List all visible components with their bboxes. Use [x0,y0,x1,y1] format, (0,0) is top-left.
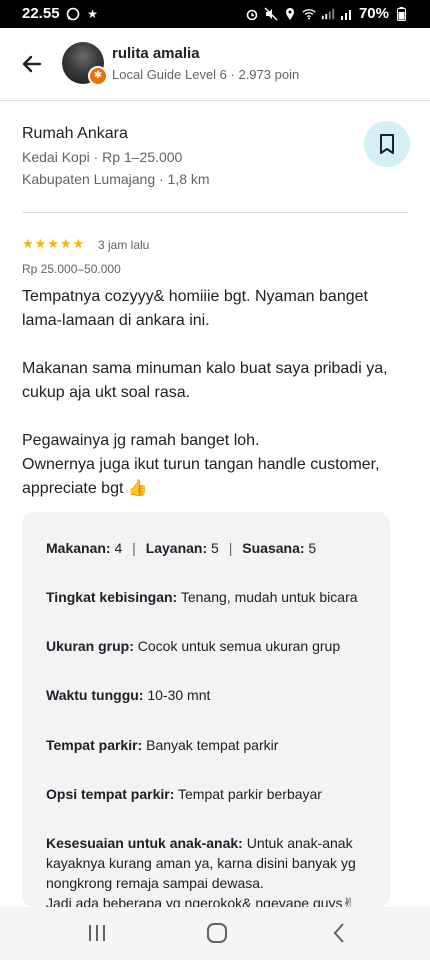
alarm-icon [245,7,259,21]
parking-value: Banyak tempat parkir [146,737,279,753]
review-text: Tempatnya cozyyy& homiiie bgt. Nyaman ba… [22,288,388,497]
status-left: 22.55 ★ [22,5,100,22]
kids-value-continued: Jadi ada beberapa yg ngerokok& ngevape g… [46,895,355,907]
wifi-icon [302,7,316,21]
user-name[interactable]: rulita amalia [112,45,200,62]
rating-stars: ★★★★★ [22,236,86,251]
parking-options-value: Tempat parkir berbayar [178,786,322,802]
status-time: 22.55 [22,5,60,22]
group-row: Ukuran grup: Cocok untuk semua ukuran gr… [46,636,371,656]
separator: | [228,540,233,556]
signal-icon [321,7,335,21]
wait-label: Waktu tunggu: [46,687,144,703]
service-label: Layanan: [145,540,208,556]
wait-row: Waktu tunggu: 10-30 mnt [46,685,371,705]
noise-value: Tenang, mudah untuk bicara [180,589,358,605]
system-nav-bar [0,907,430,960]
review-time: 3 jam lalu [98,238,150,252]
service-value: 5 [211,540,219,556]
kids-label: Kesesuaian untuk anak-anak: [46,835,243,851]
parking-options-row: Opsi tempat parkir: Tempat parkir berbay… [46,784,371,804]
star-icon: ★ [87,6,98,21]
noise-label: Tingkat kebisingan: [46,589,178,605]
arrow-left-icon [22,55,42,73]
group-value: Cocok untuk semua ukuran grup [137,638,341,654]
battery-level: 70% [358,5,389,22]
place-name[interactable]: Rumah Ankara [22,125,128,143]
save-button[interactable] [364,121,410,167]
recents-icon [89,925,105,941]
back-button[interactable] [18,50,46,78]
noise-row: Tingkat kebisingan: Tenang, mudah untuk … [46,587,371,607]
bookmark-icon [380,134,394,154]
parking-label: Tempat parkir: [46,737,143,753]
parking-row: Tempat parkir: Banyak tempat parkir [46,735,371,755]
battery-icon [394,6,408,21]
atmosphere-label: Suasana: [242,540,305,556]
group-label: Ukuran grup: [46,638,134,654]
separator: | [132,540,136,556]
kids-row: Kesesuaian untuk anak-anak: Untuk anak-a… [46,833,371,907]
local-guide-badge-icon: ✱ [88,66,108,86]
review-header: ✱ rulita amalia Local Guide Level 6 · 2.… [0,28,430,101]
status-right: 70% [245,5,408,22]
recents-button[interactable] [84,921,110,945]
review-price-range: Rp 25.000–50.000 [22,262,121,276]
food-value: 4 [114,540,123,556]
user-meta: Local Guide Level 6 · 2.973 poin [112,67,300,82]
nav-back-button[interactable] [326,921,352,945]
location-icon [283,7,297,21]
whatsapp-icon [66,7,80,21]
avatar[interactable]: ✱ [62,42,108,86]
ratings-row: Makanan: 4 | Layanan: 5 | Suasana: 5 [46,538,371,558]
atmosphere-value: 5 [308,540,317,556]
parking-options-label: Opsi tempat parkir: [46,786,175,802]
wait-value: 10-30 mnt [147,687,211,703]
review-attributes-card: Makanan: 4 | Layanan: 5 | Suasana: 5 Tin… [22,512,390,907]
chevron-left-icon [333,923,344,943]
home-icon [207,923,227,943]
signal-icon-2 [340,7,354,21]
mute-icon [264,7,278,21]
place-location: Kabupaten Lumajang · 1,8 km [22,171,210,187]
status-bar: 22.55 ★ 70% [0,0,430,28]
divider [22,212,408,213]
food-label: Makanan: [46,540,111,556]
place-category-price: Kedai Kopi · Rp 1–25.000 [22,149,183,165]
home-button[interactable] [204,921,230,945]
